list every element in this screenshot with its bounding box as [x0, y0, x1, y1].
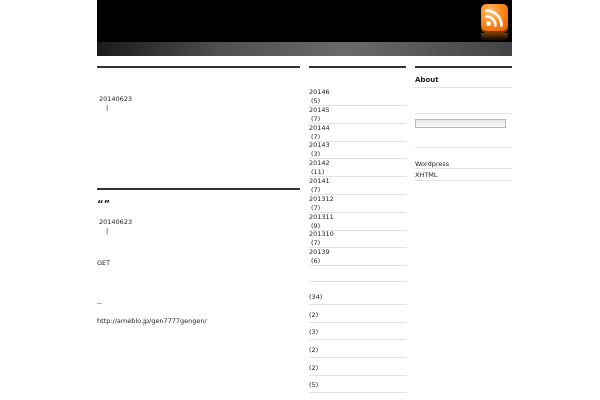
header-banner [97, 0, 512, 42]
archive-item[interactable]: 20142 (11) [309, 159, 406, 176]
search-input[interactable] [415, 119, 506, 128]
post-1-date: 20140623 [99, 95, 133, 103]
archive-month[interactable]: 201312 [309, 195, 334, 203]
category-divider [309, 339, 406, 340]
post-divider [97, 188, 300, 190]
archives-top-rule [309, 66, 406, 68]
archive-count: (9) [311, 222, 321, 230]
category-count[interactable]: (2) [309, 311, 318, 319]
archive-divider [309, 265, 406, 266]
category-divider [309, 392, 406, 393]
category-count[interactable]: (2) [309, 346, 318, 354]
category-divider [309, 375, 406, 376]
post-2-link[interactable]: http://ameblo.jp/gen7777gengen/ [97, 317, 207, 325]
archive-count: (7) [311, 204, 321, 212]
archive-item[interactable]: 20146 (5) [309, 88, 406, 105]
archive-month[interactable]: 20143 [309, 141, 330, 149]
archive-month[interactable]: 20146 [309, 88, 330, 96]
archive-month[interactable]: 201310 [309, 230, 334, 238]
sidebar-top-rule [415, 66, 512, 68]
archive-month[interactable]: 201311 [309, 213, 334, 221]
main-top-rule [97, 66, 300, 68]
rss-icon[interactable] [481, 4, 508, 31]
category-count[interactable]: (34) [309, 293, 322, 301]
category-divider [309, 304, 406, 305]
archive-item[interactable]: 20143 (3) [309, 141, 406, 158]
links-bottom-rule [415, 180, 512, 181]
post-1-separator: | [106, 104, 109, 112]
archive-count: (7) [311, 186, 321, 194]
links-mid-rule [415, 168, 512, 169]
sidebar-link-wordpress[interactable]: Wordpress [415, 160, 449, 168]
links-top-rule [415, 147, 512, 148]
archive-month[interactable]: 20145 [309, 106, 330, 114]
archive-item[interactable]: 201311 (9) [309, 213, 406, 230]
sidebar-link-xhtml[interactable]: XHTML [415, 171, 438, 179]
post-2-title[interactable]: “” [97, 199, 110, 210]
archive-count: (5) [311, 97, 321, 105]
archive-item[interactable]: 201312 (7) [309, 195, 406, 212]
post-2-separator: | [106, 227, 109, 235]
archive-count: (7) [311, 239, 321, 247]
archive-item[interactable]: 201310 (7) [309, 230, 406, 247]
archive-count: (6) [311, 257, 321, 265]
archive-count: (3) [311, 150, 321, 158]
archive-month[interactable]: 20144 [309, 124, 330, 132]
archive-month[interactable]: 20139 [309, 248, 330, 256]
archive-item[interactable]: 20144 (7) [309, 124, 406, 141]
category-divider [309, 322, 406, 323]
archive-item[interactable]: 20145 (7) [309, 106, 406, 123]
archive-count: (7) [311, 133, 321, 141]
category-count[interactable]: (3) [309, 328, 318, 336]
header-navbar [97, 42, 512, 56]
search-top-rule [415, 113, 512, 114]
archive-item[interactable]: 20141 (7) [309, 177, 406, 194]
archive-month[interactable]: 20142 [309, 159, 330, 167]
archive-count: (11) [311, 168, 325, 176]
post-2-line-dash: -- [97, 299, 102, 307]
category-count[interactable]: (2) [309, 364, 318, 372]
archive-item[interactable]: 20139 (6) [309, 248, 406, 265]
about-title: About [415, 76, 439, 84]
categories-top-rule [309, 281, 406, 282]
category-count[interactable]: (5) [309, 381, 318, 389]
category-divider [309, 357, 406, 358]
about-rule [415, 87, 512, 88]
post-2-date: 20140623 [99, 218, 133, 226]
archive-month[interactable]: 20141 [309, 177, 330, 185]
rss-icon-reflection [481, 33, 508, 41]
post-2-line-get: GET [97, 259, 111, 267]
archive-count: (7) [311, 115, 321, 123]
site-header [97, 0, 512, 56]
